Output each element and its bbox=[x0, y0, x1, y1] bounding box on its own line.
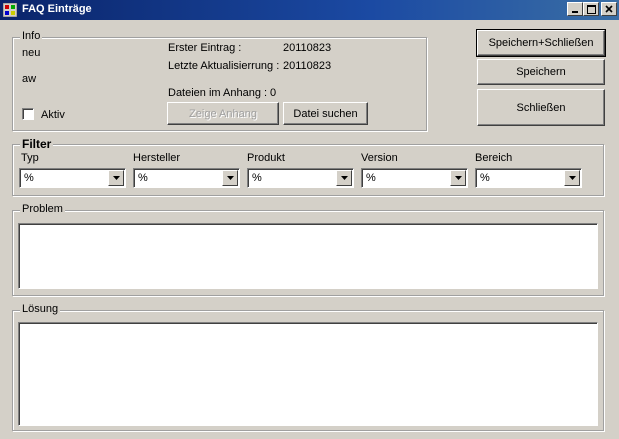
filter-hersteller-select[interactable]: % bbox=[133, 168, 240, 188]
info-legend: Info bbox=[20, 30, 43, 42]
filter-label-typ: Typ bbox=[21, 152, 39, 164]
dropdown-button[interactable] bbox=[108, 170, 124, 186]
window-title: FAQ Einträge bbox=[22, 3, 92, 15]
solution-textarea[interactable] bbox=[18, 322, 598, 426]
minimize-button[interactable] bbox=[567, 2, 583, 16]
chevron-down-icon bbox=[454, 176, 462, 180]
problem-legend: Problem bbox=[20, 203, 65, 215]
dropdown-button[interactable] bbox=[222, 170, 238, 186]
filter-produkt-value: % bbox=[252, 172, 262, 184]
active-checkbox[interactable] bbox=[22, 108, 34, 120]
attachments-label: Dateien im Anhang : bbox=[168, 87, 268, 99]
filter-bereich-value: % bbox=[480, 172, 490, 184]
filter-legend: Filter bbox=[20, 137, 54, 151]
filter-produkt-select[interactable]: % bbox=[247, 168, 354, 188]
filter-label-version: Version bbox=[361, 152, 398, 164]
title-bar[interactable]: FAQ Einträge bbox=[0, 0, 619, 20]
maximize-button[interactable] bbox=[583, 2, 599, 16]
chevron-down-icon bbox=[340, 176, 348, 180]
status-text: neu bbox=[22, 47, 41, 59]
last-update-label: Letzte Aktualisierrung : bbox=[168, 60, 280, 72]
filter-version-value: % bbox=[366, 172, 376, 184]
first-entry-label: Erster Eintrag : bbox=[168, 42, 242, 54]
search-file-button[interactable]: Datei suchen bbox=[283, 102, 368, 125]
attachments-count: 0 bbox=[270, 87, 277, 99]
chevron-down-icon bbox=[226, 176, 234, 180]
close-button[interactable]: Schließen bbox=[477, 89, 605, 126]
filter-label-bereich: Bereich bbox=[475, 152, 513, 164]
filter-version-select[interactable]: % bbox=[361, 168, 468, 188]
filter-typ-select[interactable]: % bbox=[19, 168, 126, 188]
save-button[interactable]: Speichern bbox=[477, 59, 605, 85]
app-icon bbox=[3, 3, 17, 17]
close-window-button[interactable] bbox=[601, 2, 617, 16]
dropdown-button[interactable] bbox=[336, 170, 352, 186]
active-label: Aktiv bbox=[41, 109, 65, 121]
solution-legend: Lösung bbox=[20, 303, 61, 315]
user-text: aw bbox=[22, 73, 37, 85]
dropdown-button[interactable] bbox=[564, 170, 580, 186]
filter-label-produkt: Produkt bbox=[247, 152, 285, 164]
maximize-icon bbox=[586, 4, 596, 14]
minimize-icon bbox=[572, 11, 578, 13]
close-icon bbox=[605, 5, 613, 13]
filter-typ-value: % bbox=[24, 172, 34, 184]
show-attachment-button[interactable]: Zeige Anhang bbox=[167, 102, 279, 125]
chevron-down-icon bbox=[112, 176, 120, 180]
filter-label-hersteller: Hersteller bbox=[133, 152, 181, 164]
dropdown-button[interactable] bbox=[450, 170, 466, 186]
problem-textarea[interactable] bbox=[18, 223, 598, 289]
first-entry-value: 20110823 bbox=[283, 42, 332, 54]
last-update-value: 20110823 bbox=[283, 60, 332, 72]
chevron-down-icon bbox=[568, 176, 576, 180]
filter-bereich-select[interactable]: % bbox=[475, 168, 582, 188]
save-close-button[interactable]: Speichern+Schließen bbox=[476, 29, 606, 57]
filter-hersteller-value: % bbox=[138, 172, 148, 184]
